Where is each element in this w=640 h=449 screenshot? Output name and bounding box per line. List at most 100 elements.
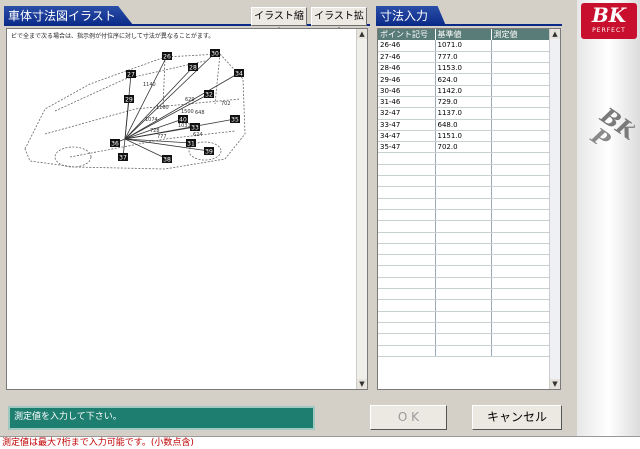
dimension-label: 648 [195, 110, 205, 116]
empty-cell [435, 345, 492, 357]
cell-standard: 1151.0 [435, 130, 492, 143]
empty-cell [378, 198, 436, 210]
scroll-down-arrow-icon[interactable]: ▼ [357, 379, 367, 389]
empty-cell [378, 265, 436, 278]
empty-cell [491, 299, 551, 312]
cell-measured[interactable] [491, 40, 551, 52]
cell-measured[interactable] [491, 96, 551, 109]
point-marker: 39 [204, 147, 214, 156]
empty-cell [491, 288, 551, 301]
empty-cell [435, 152, 492, 165]
table-row[interactable]: 35-47 702.0 [378, 141, 551, 154]
table-row-empty [378, 345, 551, 357]
dimension-table-panel: ポイント記号 基準値 測定値 26-46 1071.0 27-46 777.0 28-4… [377, 28, 561, 390]
table-row-empty [378, 265, 551, 278]
table-row-empty [378, 152, 551, 165]
cell-point: 31-46 [378, 96, 436, 109]
empty-cell [435, 198, 492, 210]
empty-cell [491, 311, 551, 323]
cancel-button[interactable]: キャンセル [472, 405, 562, 430]
cell-point: 26-46 [378, 40, 436, 52]
table-row-empty [378, 198, 551, 210]
point-marker: 35 [230, 115, 240, 124]
cell-measured[interactable] [491, 85, 551, 97]
table-row[interactable]: 27-46 777.0 [378, 51, 551, 64]
empty-cell [435, 164, 492, 177]
cell-standard: 1137.0 [435, 107, 492, 120]
point-label: 37 [119, 155, 127, 162]
table-row[interactable]: 31-46 729.0 [378, 96, 551, 109]
table-row-empty [378, 333, 551, 346]
cell-measured[interactable] [491, 51, 551, 64]
table-scrollbar[interactable]: ▲ ▼ [549, 29, 560, 389]
point-marker: 26 [162, 52, 172, 61]
cell-measured[interactable] [491, 119, 551, 131]
cell-measured[interactable] [491, 62, 551, 75]
point-label: 36 [111, 141, 119, 148]
illustration-scrollbar[interactable]: ▲ ▼ [356, 29, 367, 389]
cell-point: 33-47 [378, 119, 436, 131]
scroll-up-arrow-icon[interactable]: ▲ [357, 29, 367, 39]
table-header-row: ポイント記号 基準値 測定値 [378, 29, 551, 40]
cell-point: 32-47 [378, 107, 436, 120]
empty-cell [435, 333, 492, 346]
point-label: 34 [235, 71, 243, 78]
ok-button[interactable]: O K [370, 405, 447, 430]
shrink-illustration-button[interactable]: イラスト縮小 [251, 7, 307, 39]
empty-cell [435, 322, 492, 335]
point-marker: 27 [126, 70, 136, 79]
point-label: 35 [231, 117, 239, 124]
table-row-empty [378, 186, 551, 199]
empty-cell [491, 232, 551, 244]
enlarge-illustration-button[interactable]: イラスト拡大 [311, 7, 367, 39]
point-label: 27 [127, 72, 135, 79]
dimension-label: 1074 [145, 117, 158, 123]
dimension-label: 1500 [181, 109, 194, 115]
point-label: 33 [191, 125, 199, 132]
point-label: 38 [163, 157, 171, 164]
empty-cell [491, 175, 551, 188]
table-row-empty [378, 232, 551, 244]
brand-side-panel: BK PERFECT BK P [577, 0, 640, 436]
scroll-up-arrow-icon[interactable]: ▲ [550, 29, 560, 39]
scroll-down-arrow-icon[interactable]: ▼ [550, 379, 560, 389]
point-marker: 37 [118, 153, 128, 162]
dimension-label: 1140 [143, 82, 156, 88]
table-row-empty [378, 277, 551, 290]
empty-cell [378, 254, 436, 267]
table-row[interactable]: 29-46 624.0 [378, 73, 551, 86]
point-marker: 28 [188, 63, 198, 72]
cell-measured[interactable] [491, 73, 551, 86]
cell-measured[interactable] [491, 141, 551, 154]
point-marker: 32 [204, 90, 214, 99]
empty-cell [378, 152, 436, 165]
table-row[interactable]: 26-46 1071.0 [378, 40, 551, 52]
column-header-point: ポイント記号 [378, 29, 436, 40]
empty-cell [378, 322, 436, 335]
empty-cell [378, 288, 436, 301]
table-row[interactable]: 34-47 1151.0 [378, 130, 551, 143]
empty-cell [435, 299, 492, 312]
table-row[interactable]: 32-47 1137.0 [378, 107, 551, 120]
point-marker: 36 [110, 139, 120, 148]
table-row-empty [378, 220, 551, 233]
table-row[interactable]: 30-46 1142.0 [378, 85, 551, 97]
cell-measured[interactable] [491, 107, 551, 120]
table-row-empty [378, 311, 551, 323]
dimension-texts: 11407281031150010741160624777702648629 [143, 82, 231, 140]
cell-measured[interactable] [491, 130, 551, 143]
empty-cell [435, 254, 492, 267]
empty-cell [491, 164, 551, 177]
empty-cell [435, 311, 492, 323]
brand-emblem-icon: BK P [585, 102, 635, 155]
column-header-standard: 基準値 [435, 29, 492, 40]
table-row[interactable]: 28-46 1153.0 [378, 62, 551, 75]
empty-cell [378, 299, 436, 312]
table-row-empty [378, 164, 551, 177]
cell-point: 35-47 [378, 141, 436, 154]
table-row[interactable]: 33-47 648.0 [378, 119, 551, 131]
empty-cell [378, 243, 436, 256]
brand-logo: BK PERFECT [581, 3, 637, 39]
point-label: 29 [125, 97, 133, 104]
table-row-empty [378, 288, 551, 301]
